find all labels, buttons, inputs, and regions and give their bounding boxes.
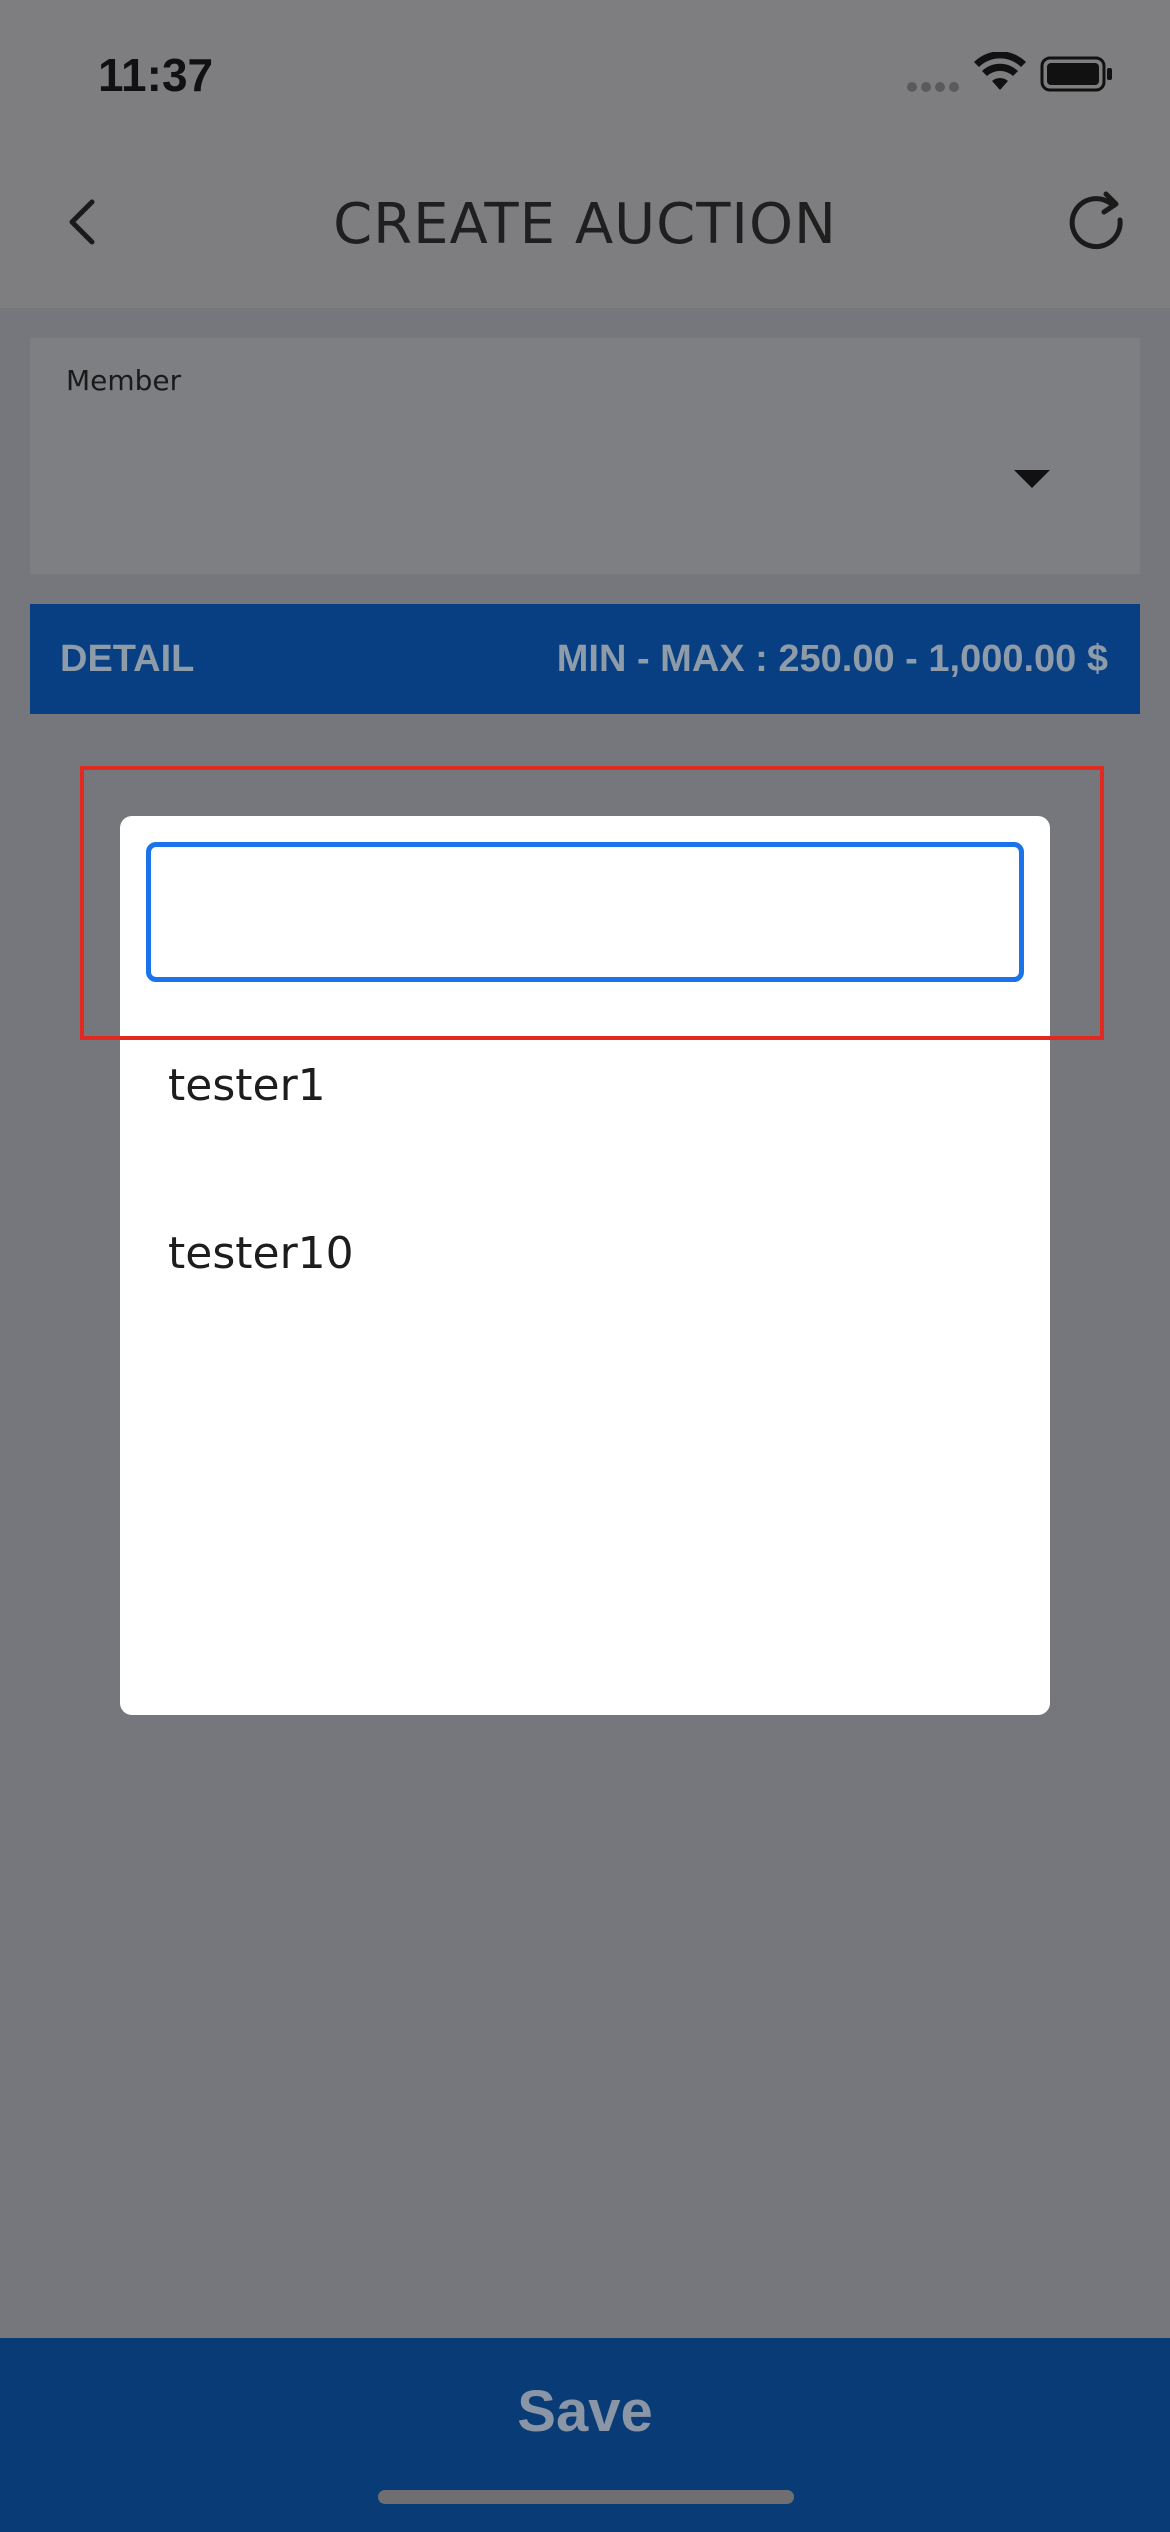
member-select[interactable]: Member — [30, 338, 1140, 574]
refresh-icon[interactable] — [1064, 190, 1132, 258]
home-indicator — [378, 2490, 794, 2504]
member-search-dialog: tester1 tester10 — [120, 816, 1050, 1715]
status-bar: 11:37 — [0, 0, 1170, 150]
wifi-icon — [974, 52, 1026, 90]
status-time: 11:37 — [98, 49, 214, 101]
battery-icon — [1040, 56, 1112, 92]
option-item[interactable]: tester1 — [168, 1060, 326, 1111]
option-item[interactable]: tester10 — [168, 1228, 354, 1279]
save-button[interactable]: Save — [0, 2378, 1170, 2445]
search-input[interactable] — [146, 842, 1024, 982]
nav-bar: CREATE AUCTION — [0, 150, 1170, 308]
min-max-range: MIN - MAX : 250.00 - 1,000.00 $ — [556, 638, 1108, 680]
caret-down-icon — [1014, 470, 1050, 488]
member-label: Member — [66, 364, 182, 397]
page-title: CREATE AUCTION — [333, 192, 837, 257]
detail-label: DETAIL — [60, 638, 195, 680]
detail-bar: DETAIL MIN - MAX : 250.00 - 1,000.00 $ — [30, 604, 1140, 714]
cellular-signal-icon — [907, 82, 959, 92]
